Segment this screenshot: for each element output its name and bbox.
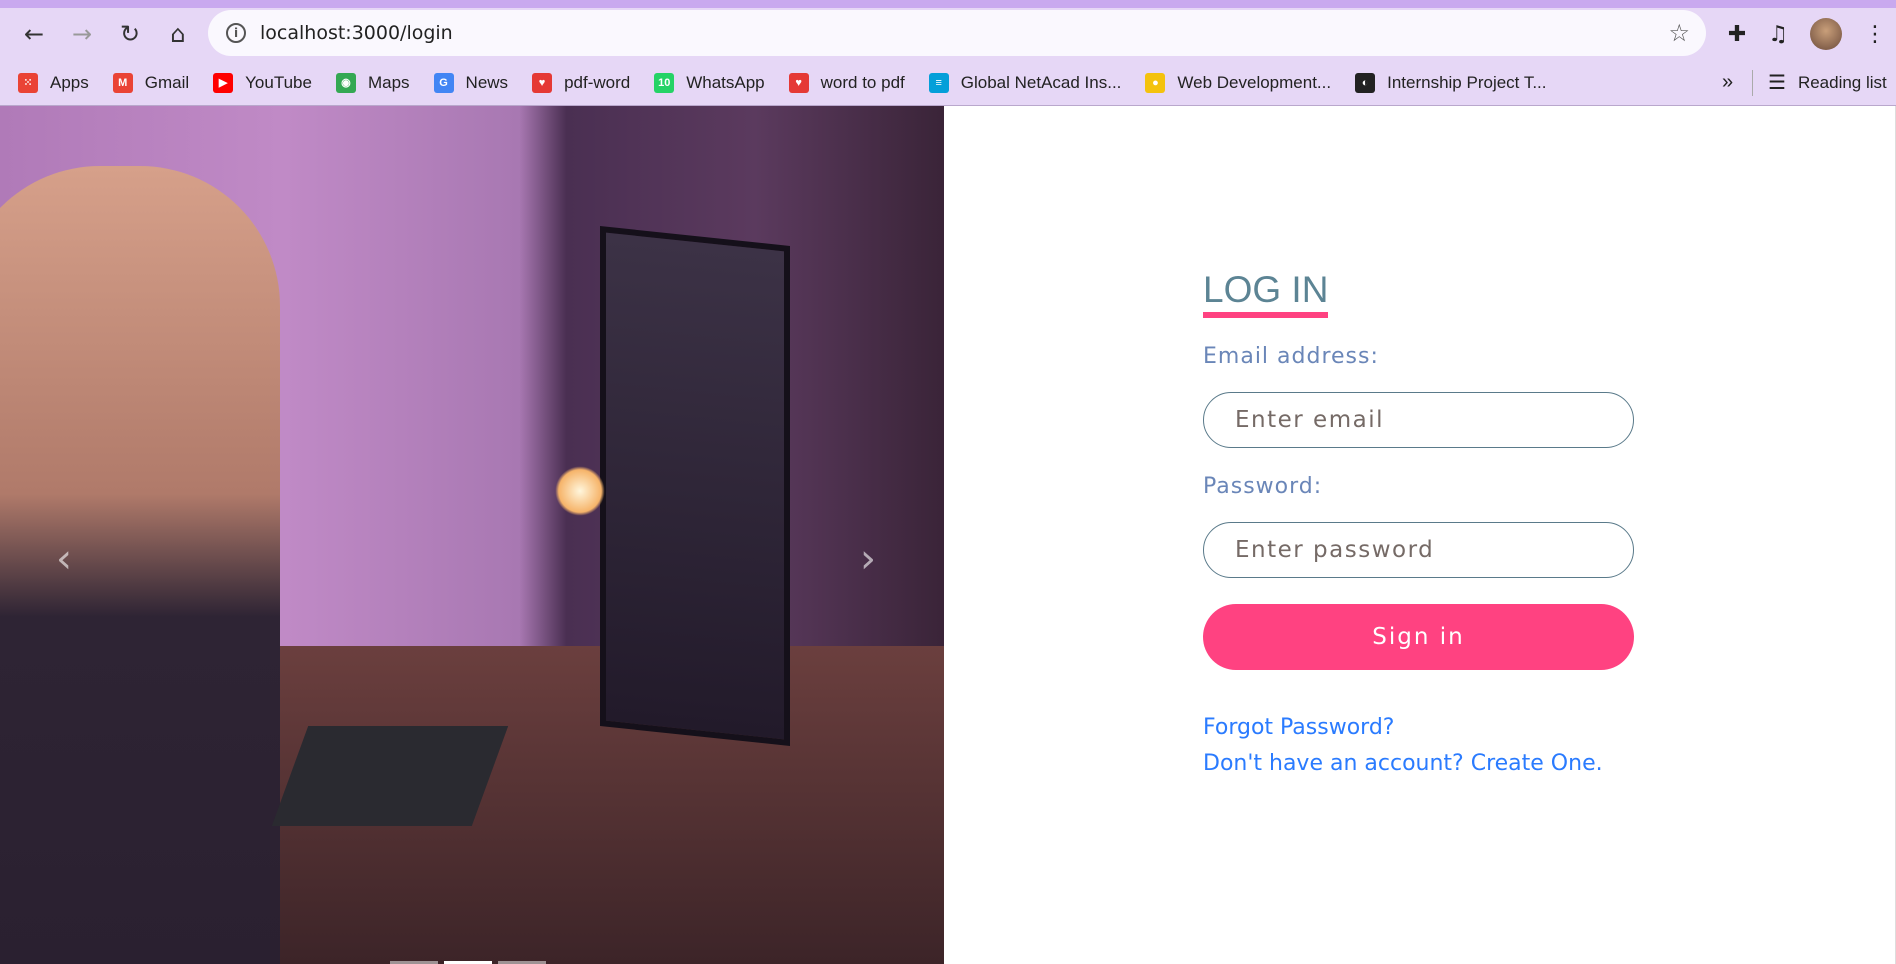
reading-list-button[interactable]: ☰ Reading list <box>1768 70 1887 95</box>
bookmark-label: Maps <box>367 72 410 92</box>
bookmark-item[interactable]: ▶ YouTube <box>213 72 312 93</box>
email-label: Email address: <box>1203 344 1379 369</box>
bookmark-label: Gmail <box>144 72 190 92</box>
url-text: localhost:3000/login <box>260 22 453 44</box>
image-monitor <box>600 226 790 746</box>
divider <box>1752 70 1753 96</box>
maps-icon: ◉ <box>335 72 356 93</box>
bookmark-label: Web Development... <box>1177 72 1332 92</box>
bookmark-item[interactable]: ● Web Development... <box>1145 72 1332 93</box>
profile-avatar[interactable] <box>1810 18 1842 50</box>
bookmark-label: YouTube <box>245 72 312 92</box>
carousel-prev-button[interactable]: ‹ <box>56 536 72 582</box>
globe-icon: ◐ <box>1355 72 1376 93</box>
bookmark-item[interactable]: ≡ Global NetAcad Ins... <box>928 72 1122 93</box>
reload-button[interactable]: ↻ <box>106 14 154 54</box>
bookmark-item[interactable]: ⁙ Apps <box>18 72 89 93</box>
reading-list-label: Reading list <box>1797 72 1887 92</box>
bookmark-label: News <box>465 72 509 92</box>
menu-icon[interactable]: ⋮ <box>1864 22 1886 47</box>
bookmark-item[interactable]: ♥ word to pdf <box>788 72 905 93</box>
more-bookmarks-button[interactable]: » <box>1722 71 1733 94</box>
bookmark-item[interactable]: ♥ pdf-word <box>532 72 631 93</box>
youtube-icon: ▶ <box>213 72 234 93</box>
bookmark-item[interactable]: M Gmail <box>112 72 190 93</box>
bookmark-label: WhatsApp <box>686 72 765 92</box>
gmail-icon: M <box>112 72 133 93</box>
email-input[interactable] <box>1203 392 1634 448</box>
bookmark-label: Global NetAcad Ins... <box>960 72 1122 92</box>
image-person <box>0 166 280 964</box>
back-button[interactable]: ← <box>10 14 58 54</box>
media-control-icon[interactable]: ♫ <box>1768 22 1788 47</box>
carousel-next-button[interactable]: › <box>860 536 876 582</box>
bookmark-item[interactable]: 10 WhatsApp <box>654 72 765 93</box>
bookmark-label: Apps <box>50 72 89 92</box>
home-button[interactable]: ⌂ <box>154 14 202 54</box>
bookmark-label: Internship Project T... <box>1387 72 1547 92</box>
carousel: ‹ › <box>0 106 944 964</box>
password-label: Password: <box>1203 474 1323 499</box>
page-title: LOG IN <box>1203 270 1329 318</box>
bookmark-label: pdf-word <box>564 72 631 92</box>
news-icon: G <box>433 72 454 93</box>
create-account-link[interactable]: Don't have an account? Create One. <box>1203 746 1634 782</box>
image-lamp <box>555 466 605 516</box>
tab-strip <box>0 0 1896 8</box>
web-dev-icon: ● <box>1145 72 1166 93</box>
sign-in-button[interactable]: Sign in <box>1203 604 1634 670</box>
address-bar[interactable]: i localhost:3000/login ☆ <box>208 10 1706 56</box>
bookmark-star-icon[interactable]: ☆ <box>1668 19 1690 47</box>
bookmark-item[interactable]: G News <box>433 72 509 93</box>
bookmarks-bar: ⁙ Apps M Gmail ▶ YouTube ◉ Maps G News ♥ pdf-word 10… <box>0 60 1896 106</box>
image-keyboard <box>271 726 509 826</box>
password-input[interactable] <box>1203 522 1634 578</box>
reading-list-icon: ☰ <box>1768 72 1786 94</box>
apps-grid-icon: ⁙ <box>18 72 38 93</box>
site-info-icon[interactable]: i <box>226 23 246 43</box>
browser-toolbar: ← → ↻ ⌂ i localhost:3000/login ☆ ✚ ♫ ⋮ <box>0 8 1896 60</box>
bookmark-item[interactable]: ◐ Internship Project T... <box>1355 72 1547 93</box>
bookmark-item[interactable]: ◉ Maps <box>335 72 410 93</box>
extensions-icon[interactable]: ✚ <box>1728 22 1746 47</box>
forward-button[interactable]: → <box>58 14 106 54</box>
login-form: LOG IN Email address: Password: Sign in … <box>1203 270 1634 782</box>
bookmark-label: word to pdf <box>820 72 905 92</box>
forgot-password-link[interactable]: Forgot Password? <box>1203 710 1634 746</box>
pdf-icon: ♥ <box>788 72 809 93</box>
pdf-icon: ♥ <box>532 72 553 93</box>
whatsapp-icon: 10 <box>654 72 675 93</box>
cisco-icon: ≡ <box>928 72 949 93</box>
